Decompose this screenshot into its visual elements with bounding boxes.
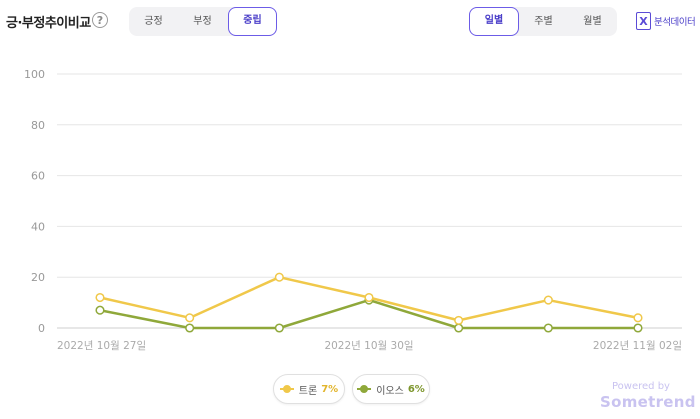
x-axis-ticks: 2022년 10월 27일 2022년 10월 30일 2022년 11월 02일	[57, 339, 682, 352]
export-data-label: 분석데이터	[654, 17, 696, 28]
y-axis-ticks: 0 20 40 60 80 100	[24, 68, 45, 335]
data-point[interactable]	[185, 313, 195, 323]
data-point[interactable]	[274, 272, 284, 282]
data-point[interactable]	[454, 323, 464, 333]
data-point[interactable]	[95, 292, 105, 303]
data-point[interactable]	[95, 305, 105, 315]
period-tab-group: 일별 주별 월별	[469, 7, 617, 36]
help-icon[interactable]: ?	[92, 12, 108, 28]
y-tick-label: 100	[24, 68, 45, 81]
y-tick-label: 20	[31, 271, 45, 284]
series-lines	[95, 272, 643, 333]
trend-line-chart: 020406080100 2022년 10월 27일 2022년 10월 30일 2…	[24, 68, 682, 352]
y-tick-label: 80	[31, 119, 45, 132]
data-point[interactable]	[543, 323, 553, 333]
legend-marker-icon	[279, 385, 294, 393]
grid-lines	[57, 73, 682, 329]
brand-logo: Sometrend	[600, 393, 696, 411]
tab-positive[interactable]: 긍정	[129, 7, 178, 36]
tab-monthly[interactable]: 월별	[568, 7, 617, 36]
data-point[interactable]	[454, 315, 464, 325]
tab-daily[interactable]: 일별	[469, 7, 519, 36]
y-tick-label: 0	[38, 322, 45, 335]
x-tick-label: 2022년 10월 30일	[324, 339, 413, 352]
data-point[interactable]	[185, 323, 195, 333]
legend-label: 이오스	[376, 385, 404, 397]
data-point[interactable]	[274, 323, 284, 333]
series-1	[95, 272, 643, 325]
legend-share: 6%	[407, 383, 425, 395]
y-tick-label: 40	[31, 220, 45, 233]
legend-item-series-1[interactable]: 트론 7%	[273, 374, 345, 404]
excel-icon: X	[636, 12, 651, 30]
export-data-button[interactable]: X 분석데이터	[636, 10, 696, 32]
powered-by-text: Powered by	[612, 381, 670, 392]
x-tick-label: 2022년 11월 02일	[593, 339, 682, 352]
sentiment-tab-group: 긍정 부정 중립	[129, 7, 277, 36]
chart-header: 긍·부정추이비교 ? 긍정 부정 중립 일별 주별 월별 X 분석데이터	[0, 0, 700, 44]
tab-negative[interactable]: 부정	[178, 7, 227, 36]
y-tick-label: 60	[31, 170, 45, 183]
legend-share: 7%	[321, 383, 339, 395]
legend-item-series-2[interactable]: 이오스 6%	[352, 374, 430, 404]
tab-neutral[interactable]: 중립	[228, 7, 277, 36]
x-tick-label: 2022년 10월 27일	[57, 339, 146, 352]
page-title: 긍·부정추이비교	[6, 16, 91, 31]
legend-label: 트론	[298, 385, 318, 397]
legend-marker-icon	[357, 385, 372, 393]
data-point[interactable]	[543, 295, 553, 305]
data-point[interactable]	[364, 292, 374, 303]
data-point[interactable]	[633, 313, 643, 323]
tab-weekly[interactable]: 주별	[519, 7, 568, 36]
data-point[interactable]	[633, 323, 643, 333]
